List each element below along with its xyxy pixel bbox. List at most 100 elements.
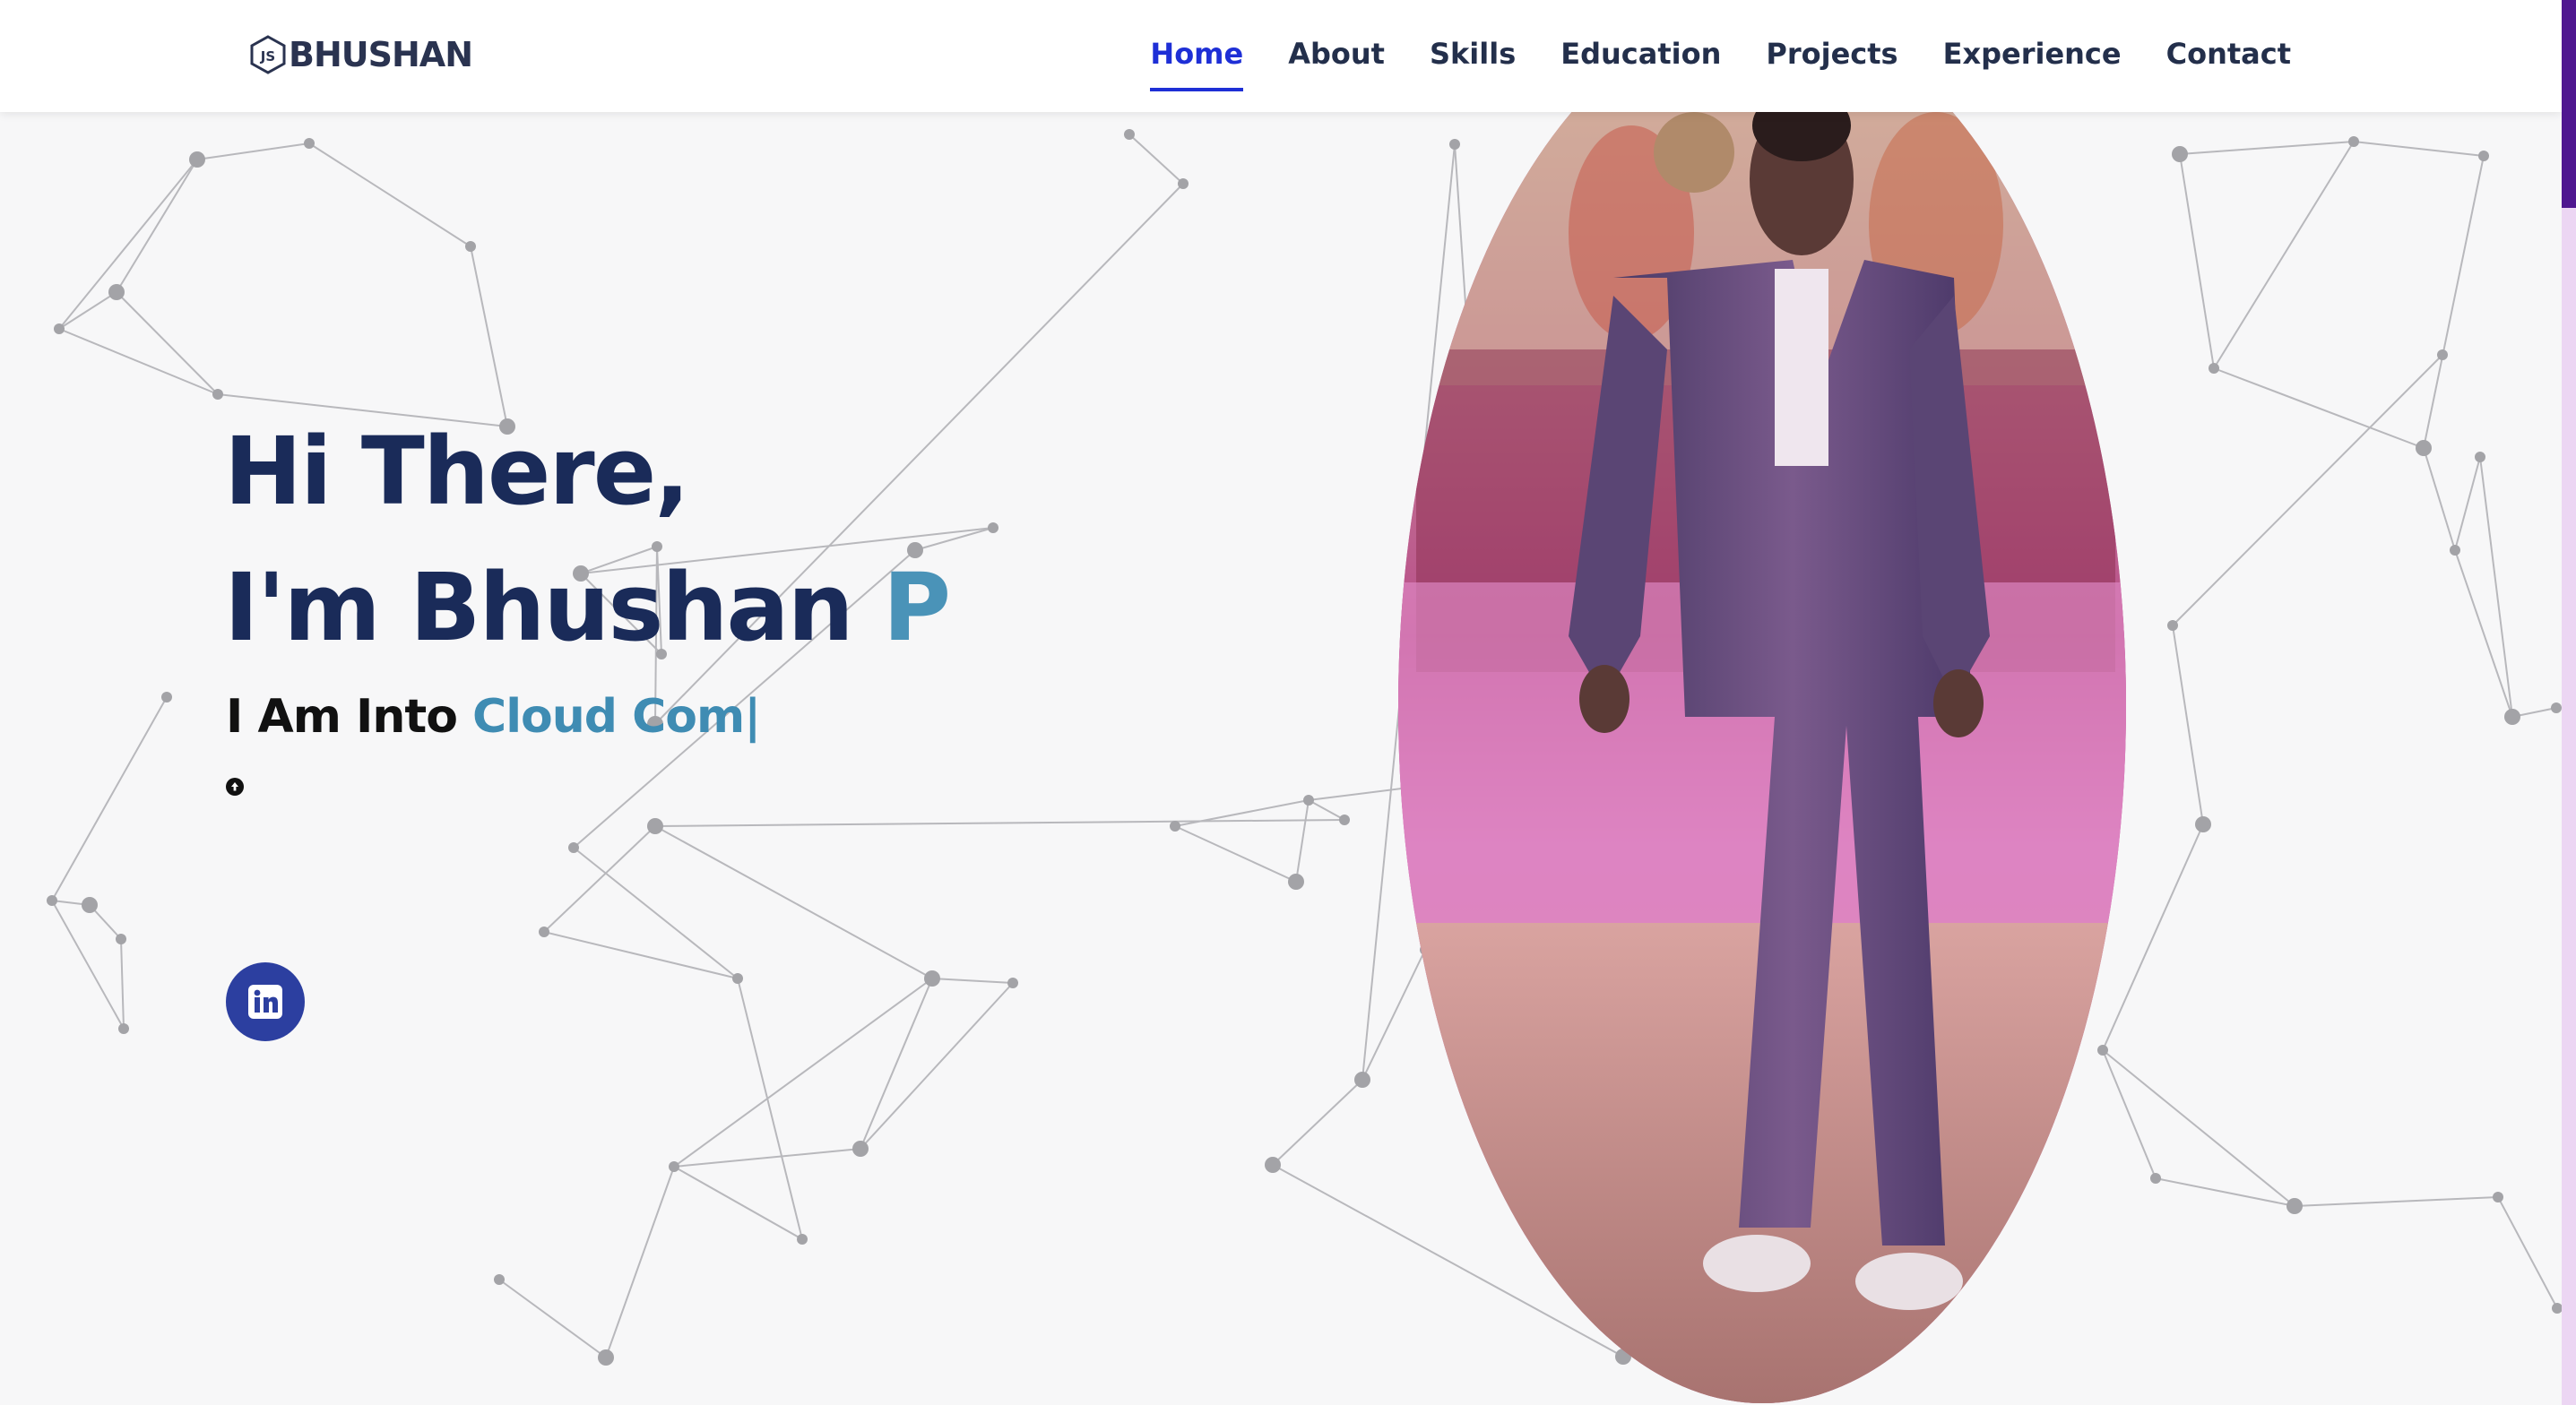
hero-name-accent: P — [882, 553, 951, 662]
network-edge — [116, 159, 198, 293]
typed-prefix: I Am Into — [226, 690, 473, 744]
network-node — [924, 970, 940, 987]
network-node — [669, 1161, 679, 1172]
brand-icon-label: JS — [260, 48, 275, 65]
typed-cursor: | — [744, 690, 761, 744]
profile-photo — [1398, 9, 2126, 1403]
hero-intro: I'm Bhushan — [224, 553, 883, 662]
nav-education[interactable]: Education — [1560, 30, 1721, 88]
network-edge — [654, 819, 1345, 827]
network-edge — [51, 696, 168, 901]
network-node — [304, 138, 315, 149]
network-node — [2167, 620, 2178, 631]
network-edge — [2102, 1049, 2157, 1179]
arrow-up-circle-icon[interactable] — [226, 778, 244, 796]
network-node — [988, 522, 998, 533]
network-node — [465, 241, 476, 252]
network-edge — [2423, 155, 2485, 449]
network-edge — [2497, 1196, 2558, 1309]
network-edge — [860, 982, 1014, 1150]
network-node — [161, 692, 172, 702]
network-edge — [2102, 823, 2204, 1051]
network-node — [797, 1234, 808, 1245]
network-edge — [1308, 799, 1345, 821]
nav-projects[interactable]: Projects — [1766, 30, 1897, 88]
network-node — [1303, 795, 1314, 806]
network-node — [116, 934, 126, 944]
nav-home[interactable]: Home — [1150, 30, 1244, 91]
network-edge — [1295, 799, 1310, 883]
network-edge — [2172, 354, 2443, 626]
network-node — [1265, 1157, 1281, 1173]
network-edge — [543, 825, 656, 933]
network-node — [494, 1274, 505, 1285]
network-edge — [737, 978, 803, 1240]
nav-experience[interactable]: Experience — [1943, 30, 2122, 88]
network-edge — [2454, 549, 2513, 718]
nav-contact[interactable]: Contact — [2166, 30, 2291, 88]
network-node — [732, 973, 743, 984]
network-node — [539, 927, 549, 937]
network-node — [2097, 1045, 2108, 1056]
network-node — [212, 389, 223, 400]
brand-logo[interactable]: JS BHUSHAN — [249, 30, 473, 79]
network-node — [118, 1023, 129, 1034]
network-node — [82, 897, 98, 913]
network-edge — [116, 291, 219, 395]
network-edge — [498, 1279, 607, 1358]
network-node — [1124, 129, 1135, 140]
network-edge — [1361, 949, 1426, 1081]
hero-greeting: Hi There, — [224, 417, 690, 526]
network-node — [2478, 151, 2489, 161]
network-edge — [2172, 625, 2204, 825]
network-edge — [2213, 141, 2355, 369]
network-edge — [673, 1166, 803, 1240]
nav-about[interactable]: About — [1288, 30, 1385, 88]
network-node — [1178, 178, 1189, 189]
network-edge — [2353, 141, 2485, 157]
network-node — [1354, 1072, 1370, 1088]
network-node — [47, 895, 57, 906]
network-node — [1007, 978, 1018, 988]
network-edge — [2179, 153, 2215, 369]
network-node — [1449, 139, 1460, 150]
network-edge — [308, 142, 471, 247]
page-scrollbar-track[interactable] — [2562, 0, 2576, 1405]
top-navbar: JS BHUSHAN Home About Skills Education P… — [0, 0, 2562, 112]
network-edge — [58, 328, 219, 395]
network-node — [2195, 816, 2211, 832]
network-node — [598, 1349, 614, 1366]
network-node — [2416, 440, 2432, 456]
hero-heading: Hi There, I'm Bhushan P — [224, 403, 951, 676]
network-edge — [2155, 1177, 2295, 1207]
network-edge — [2179, 141, 2355, 155]
network-edge — [931, 978, 1014, 984]
network-node — [1339, 815, 1350, 825]
network-node — [1170, 821, 1180, 832]
nav-skills[interactable]: Skills — [1430, 30, 1516, 88]
network-edge — [120, 938, 125, 1030]
brand-name: BHUSHAN — [289, 35, 473, 74]
linkedin-button[interactable] — [226, 962, 305, 1041]
page-scrollbar-thumb[interactable] — [2562, 0, 2576, 208]
network-edge — [605, 1166, 675, 1358]
network-edge — [1174, 825, 1297, 883]
typed-subtitle: I Am Into Cloud Com| — [226, 690, 761, 744]
network-edge — [196, 142, 310, 160]
network-node — [2504, 709, 2520, 725]
hero-intro-line: I'm Bhushan P — [224, 539, 951, 676]
network-node — [2209, 363, 2219, 374]
nodejs-hexagon-icon: JS — [250, 35, 286, 74]
network-edge — [654, 825, 933, 979]
network-edge — [1174, 799, 1310, 827]
typed-text: Cloud Com — [472, 690, 745, 744]
network-edge — [2423, 447, 2456, 551]
network-node — [2172, 146, 2188, 162]
network-edge — [2213, 367, 2425, 449]
network-node — [108, 284, 125, 300]
network-node — [2475, 452, 2485, 462]
network-edge — [673, 1148, 861, 1168]
network-node — [2450, 545, 2460, 556]
network-edge — [2454, 456, 2481, 551]
network-edge — [2102, 1049, 2295, 1207]
